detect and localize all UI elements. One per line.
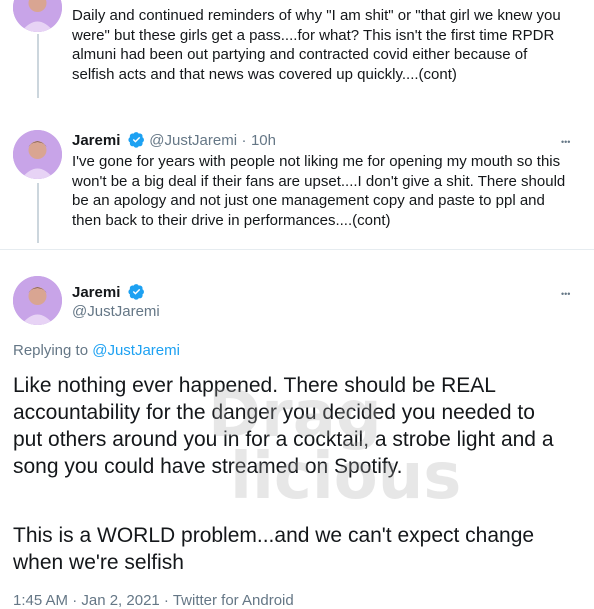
username-handle[interactable]: @JustJaremi: [149, 132, 237, 149]
tweet-1-line: Daily and continued reminders of why "I …: [72, 7, 561, 24]
tweet-3-line: This is a WORLD problem...and we can't e…: [13, 524, 535, 547]
tweet-2-line: be an apology and not just one managemen…: [72, 192, 545, 209]
display-name[interactable]: Jaremi: [72, 284, 120, 301]
tweet-1-line: almuni had been out partying and contrac…: [72, 46, 528, 63]
verified-badge-icon: [128, 132, 144, 148]
divider: [0, 249, 594, 250]
separator-dot: ·: [241, 132, 247, 149]
tweet-2-line: won't be a big deal if their fans are up…: [72, 172, 566, 190]
tweet-3-text-paragraph-2: This is a WORLD problem...and we can't e…: [13, 522, 534, 576]
avatar[interactable]: [13, 130, 62, 179]
avatar-photo: [13, 130, 62, 179]
tweet-1-text: Daily and continued reminders of why "I …: [72, 6, 561, 84]
tweet-3-line: put others around you in for a cocktail,…: [13, 428, 554, 451]
tweet-3-line: accountability for the danger you decide…: [13, 401, 535, 424]
avatar[interactable]: [13, 0, 62, 32]
more-options-icon[interactable]: •••: [561, 289, 570, 299]
tweet-2-header: Jaremi @JustJaremi · 10h: [72, 131, 276, 150]
replying-to-label: Replying to: [13, 342, 93, 359]
avatar-photo: [13, 276, 62, 325]
display-name[interactable]: Jaremi: [72, 132, 120, 149]
timestamp[interactable]: 10h: [251, 132, 276, 149]
tweet-3-name-row: Jaremi: [72, 283, 145, 302]
thread-connector: [37, 183, 39, 243]
avatar-photo: [13, 0, 62, 32]
avatar[interactable]: [13, 276, 62, 325]
more-options-icon[interactable]: •••: [561, 137, 570, 147]
tweet-3-line: when we're selfish: [13, 551, 184, 574]
tweet-2-line: I've gone for years with people not liki…: [72, 153, 561, 170]
username-handle[interactable]: @JustJaremi: [72, 303, 160, 320]
tweet-2-line: then back to their drive in performances…: [72, 211, 391, 229]
tweet-2-text: I've gone for years with people not liki…: [72, 152, 565, 230]
tweet-1-line: selfish acts and that news was covered u…: [72, 65, 457, 83]
tweet-1-line: were" but these girls get a pass....for …: [72, 26, 555, 44]
tweet-timestamp-footer[interactable]: 1:45 AM · Jan 2, 2021 · Twitter for Andr…: [13, 592, 294, 609]
tweet-3-line: song you could have streamed on Spotify.: [13, 455, 403, 478]
replying-to-link[interactable]: @JustJaremi: [92, 342, 180, 359]
replying-to: Replying to @JustJaremi: [13, 342, 180, 359]
tweet-3-line: Like nothing ever happened. There should…: [13, 374, 496, 397]
thread-connector: [37, 34, 39, 98]
tweet-3-text: Like nothing ever happened. There should…: [13, 372, 554, 480]
verified-badge-icon: [128, 284, 144, 300]
